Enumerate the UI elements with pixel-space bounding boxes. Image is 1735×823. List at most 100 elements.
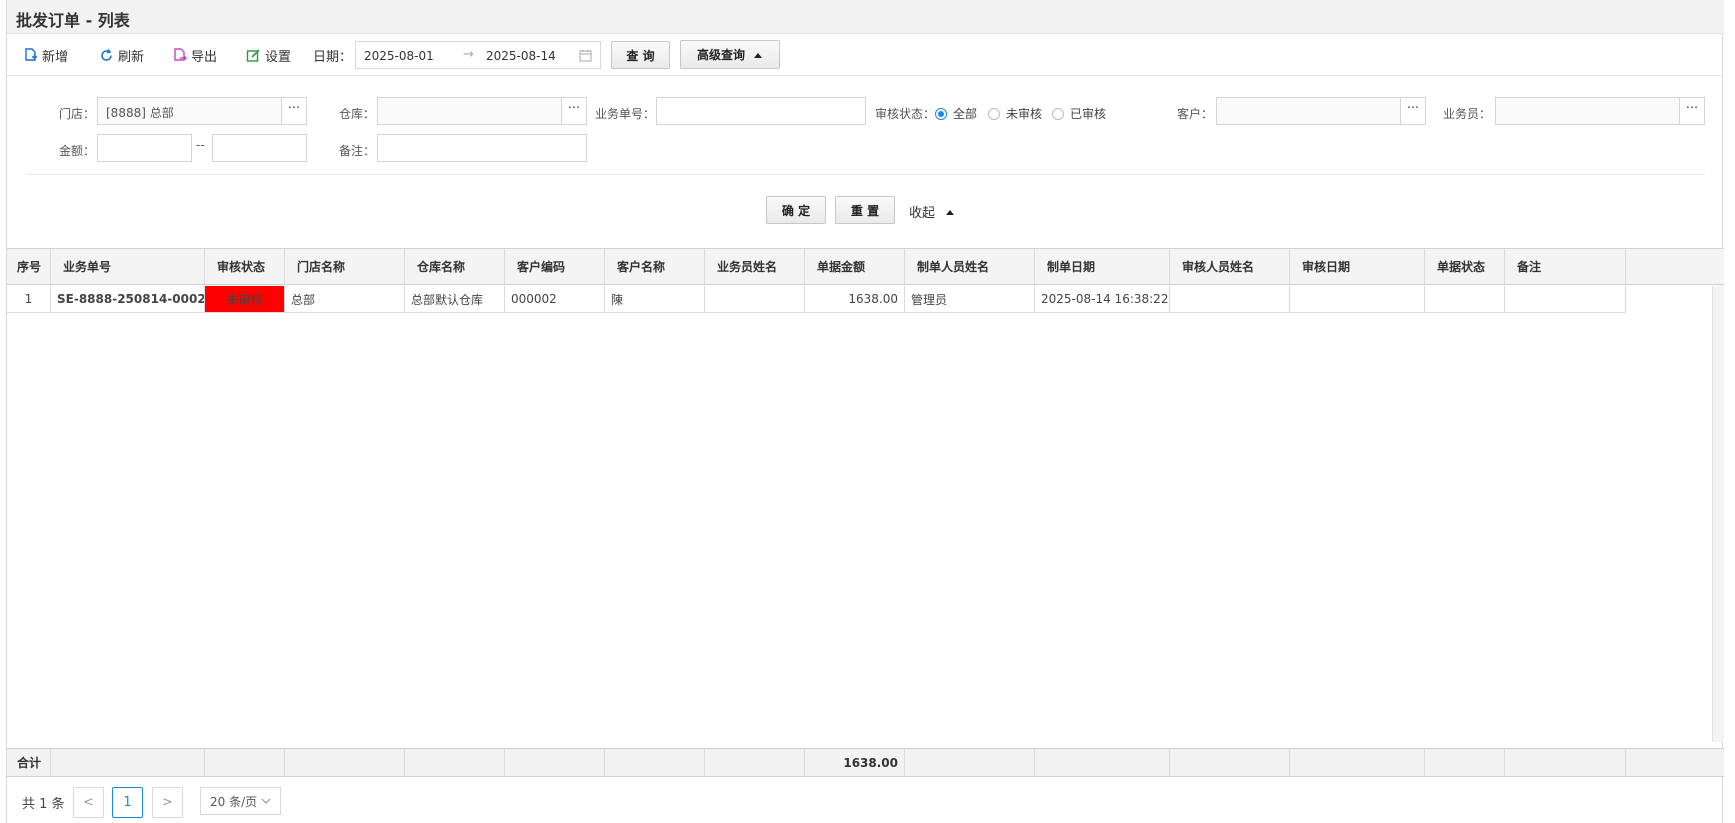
- pagination-total: 共 1 条: [22, 797, 65, 812]
- app-frame: 批发订单 - 列表 新增 刷新 导出 设置 日期： 2025-08-01 → 2…: [6, 0, 1724, 823]
- date-from-input[interactable]: 2025-08-01: [364, 49, 434, 63]
- pagination: 共 1 条 < 1 > 20 条/页: [7, 776, 1724, 823]
- vertical-scrollbar[interactable]: [1712, 286, 1724, 742]
- export-button[interactable]: 导出: [172, 44, 217, 66]
- footer-cell: [205, 749, 285, 776]
- bizno-input[interactable]: [656, 97, 866, 125]
- col-header-creator-name[interactable]: 制单人员姓名: [905, 249, 1035, 284]
- col-header-index[interactable]: 序号: [7, 249, 51, 284]
- radio-selected-icon: [935, 107, 947, 120]
- cell-creator-name: 管理员: [905, 286, 1035, 312]
- store-input[interactable]: [8888] 总部: [97, 97, 282, 125]
- warehouse-picker-button[interactable]: ···: [561, 97, 587, 125]
- col-header-audit-status[interactable]: 审核状态: [205, 249, 285, 284]
- date-to-input[interactable]: 2025-08-14: [486, 49, 556, 63]
- footer-cell: [405, 749, 505, 776]
- date-range-picker[interactable]: 2025-08-01 → 2025-08-14: [355, 41, 601, 69]
- add-button[interactable]: 新增: [23, 44, 68, 66]
- advanced-filter-panel: 门店： [8888] 总部 ··· 仓库： ··· 业务单号： 审核状态： 全部…: [7, 76, 1724, 248]
- col-header-doc-status[interactable]: 单据状态: [1425, 249, 1505, 284]
- audit-radio-audited[interactable]: 已审核: [1052, 105, 1106, 122]
- confirm-button[interactable]: 确 定: [766, 196, 826, 224]
- page-size-select[interactable]: 20 条/页: [200, 787, 281, 815]
- footer-cell: [1505, 749, 1626, 776]
- footer-cell: [505, 749, 605, 776]
- collapse-button[interactable]: 收起: [909, 202, 955, 221]
- table-footer-summary: 合计 1638.00: [7, 748, 1724, 777]
- radio-icon: [988, 107, 1000, 120]
- amount-label: 金额：: [59, 144, 96, 158]
- customer-input[interactable]: [1216, 97, 1401, 125]
- store-picker-button[interactable]: ···: [281, 97, 307, 125]
- add-button-label: 新增: [42, 49, 69, 65]
- col-header-customer-code[interactable]: 客户编码: [505, 249, 605, 284]
- date-range-separator: →: [463, 47, 474, 62]
- settings-button-label: 设置: [265, 49, 292, 65]
- col-header-auditor-name[interactable]: 审核人员姓名: [1170, 249, 1290, 284]
- cell-audit-date: [1290, 286, 1425, 312]
- col-header-salesman-name[interactable]: 业务员姓名: [705, 249, 805, 284]
- cell-remark: [1505, 286, 1626, 312]
- footer-cell: [1035, 749, 1170, 776]
- cell-auditor-name: [1170, 286, 1290, 312]
- cell-salesman-name: [705, 286, 805, 312]
- col-header-create-date[interactable]: 制单日期: [1035, 249, 1170, 284]
- salesman-label: 业务员：: [1443, 107, 1492, 121]
- caret-up-icon: [946, 209, 955, 215]
- customer-picker-button[interactable]: ···: [1400, 97, 1426, 125]
- chevron-down-icon: [261, 798, 271, 804]
- cell-create-date: 2025-08-14 16:38:22: [1035, 286, 1170, 312]
- amount-to-input[interactable]: [212, 134, 307, 162]
- reset-button[interactable]: 重 置: [835, 196, 895, 224]
- amount-from-input[interactable]: [97, 134, 192, 162]
- customer-label: 客户：: [1177, 107, 1214, 121]
- footer-cell: [705, 749, 805, 776]
- cell-bizno-link[interactable]: SE-8888-250814-0002: [51, 286, 205, 312]
- footer-cell: [1290, 749, 1425, 776]
- col-header-amount[interactable]: 单据金额: [805, 249, 905, 284]
- collapse-label: 收起: [909, 206, 936, 221]
- cell-doc-status: [1425, 286, 1505, 312]
- footer-cell: [51, 749, 205, 776]
- warehouse-label: 仓库：: [339, 107, 376, 121]
- page-1-button[interactable]: 1: [112, 787, 143, 818]
- cell-warehouse-name: 总部默认仓库: [405, 286, 505, 312]
- page-size-value: 20 条/页: [210, 794, 258, 809]
- advanced-query-button[interactable]: 高级查询: [680, 40, 780, 69]
- toolbar: 新增 刷新 导出 设置 日期： 2025-08-01 → 2025-08-14 …: [7, 34, 1724, 76]
- amount-separator: --: [196, 138, 205, 152]
- audit-radio-unaudited[interactable]: 未审核: [988, 105, 1042, 122]
- settings-button[interactable]: 设置: [246, 44, 291, 66]
- table-header: 序号 业务单号 审核状态 门店名称 仓库名称 客户编码 客户名称 业务员姓名 单…: [7, 249, 1724, 285]
- audit-option-audited: 已审核: [1070, 107, 1107, 121]
- cell-index: 1: [7, 286, 51, 312]
- col-header-customer-name[interactable]: 客户名称: [605, 249, 705, 284]
- audit-radio-all[interactable]: 全部: [935, 105, 977, 122]
- prev-page-button[interactable]: <: [73, 787, 104, 818]
- query-button[interactable]: 查 询: [611, 41, 670, 69]
- footer-total-amount: 1638.00: [805, 749, 905, 776]
- salesman-input[interactable]: [1495, 97, 1680, 125]
- col-header-audit-date[interactable]: 审核日期: [1290, 249, 1425, 284]
- cell-store-name: 总部: [285, 286, 405, 312]
- warehouse-input[interactable]: [377, 97, 562, 125]
- order-table: 序号 业务单号 审核状态 门店名称 仓库名称 客户编码 客户名称 业务员姓名 单…: [7, 248, 1724, 777]
- footer-cell: [605, 749, 705, 776]
- footer-cell: [905, 749, 1035, 776]
- add-document-icon: [25, 47, 37, 61]
- remark-input[interactable]: [377, 134, 587, 162]
- refresh-button-label: 刷新: [118, 49, 145, 65]
- next-page-button[interactable]: >: [152, 787, 183, 818]
- col-header-store-name[interactable]: 门店名称: [285, 249, 405, 284]
- col-header-remark[interactable]: 备注: [1505, 249, 1626, 284]
- bizno-label: 业务单号：: [595, 107, 656, 121]
- refresh-icon: [101, 48, 112, 61]
- salesman-picker-button[interactable]: ···: [1679, 97, 1705, 125]
- cell-customer-name: 陳: [605, 286, 705, 312]
- col-header-warehouse-name[interactable]: 仓库名称: [405, 249, 505, 284]
- table-row[interactable]: 1 SE-8888-250814-0002 未审核 总部 总部默认仓库 0000…: [7, 286, 1626, 313]
- calendar-icon[interactable]: [579, 49, 592, 62]
- col-header-bizno[interactable]: 业务单号: [51, 249, 205, 284]
- caret-up-icon: [754, 52, 762, 58]
- refresh-button[interactable]: 刷新: [99, 44, 144, 66]
